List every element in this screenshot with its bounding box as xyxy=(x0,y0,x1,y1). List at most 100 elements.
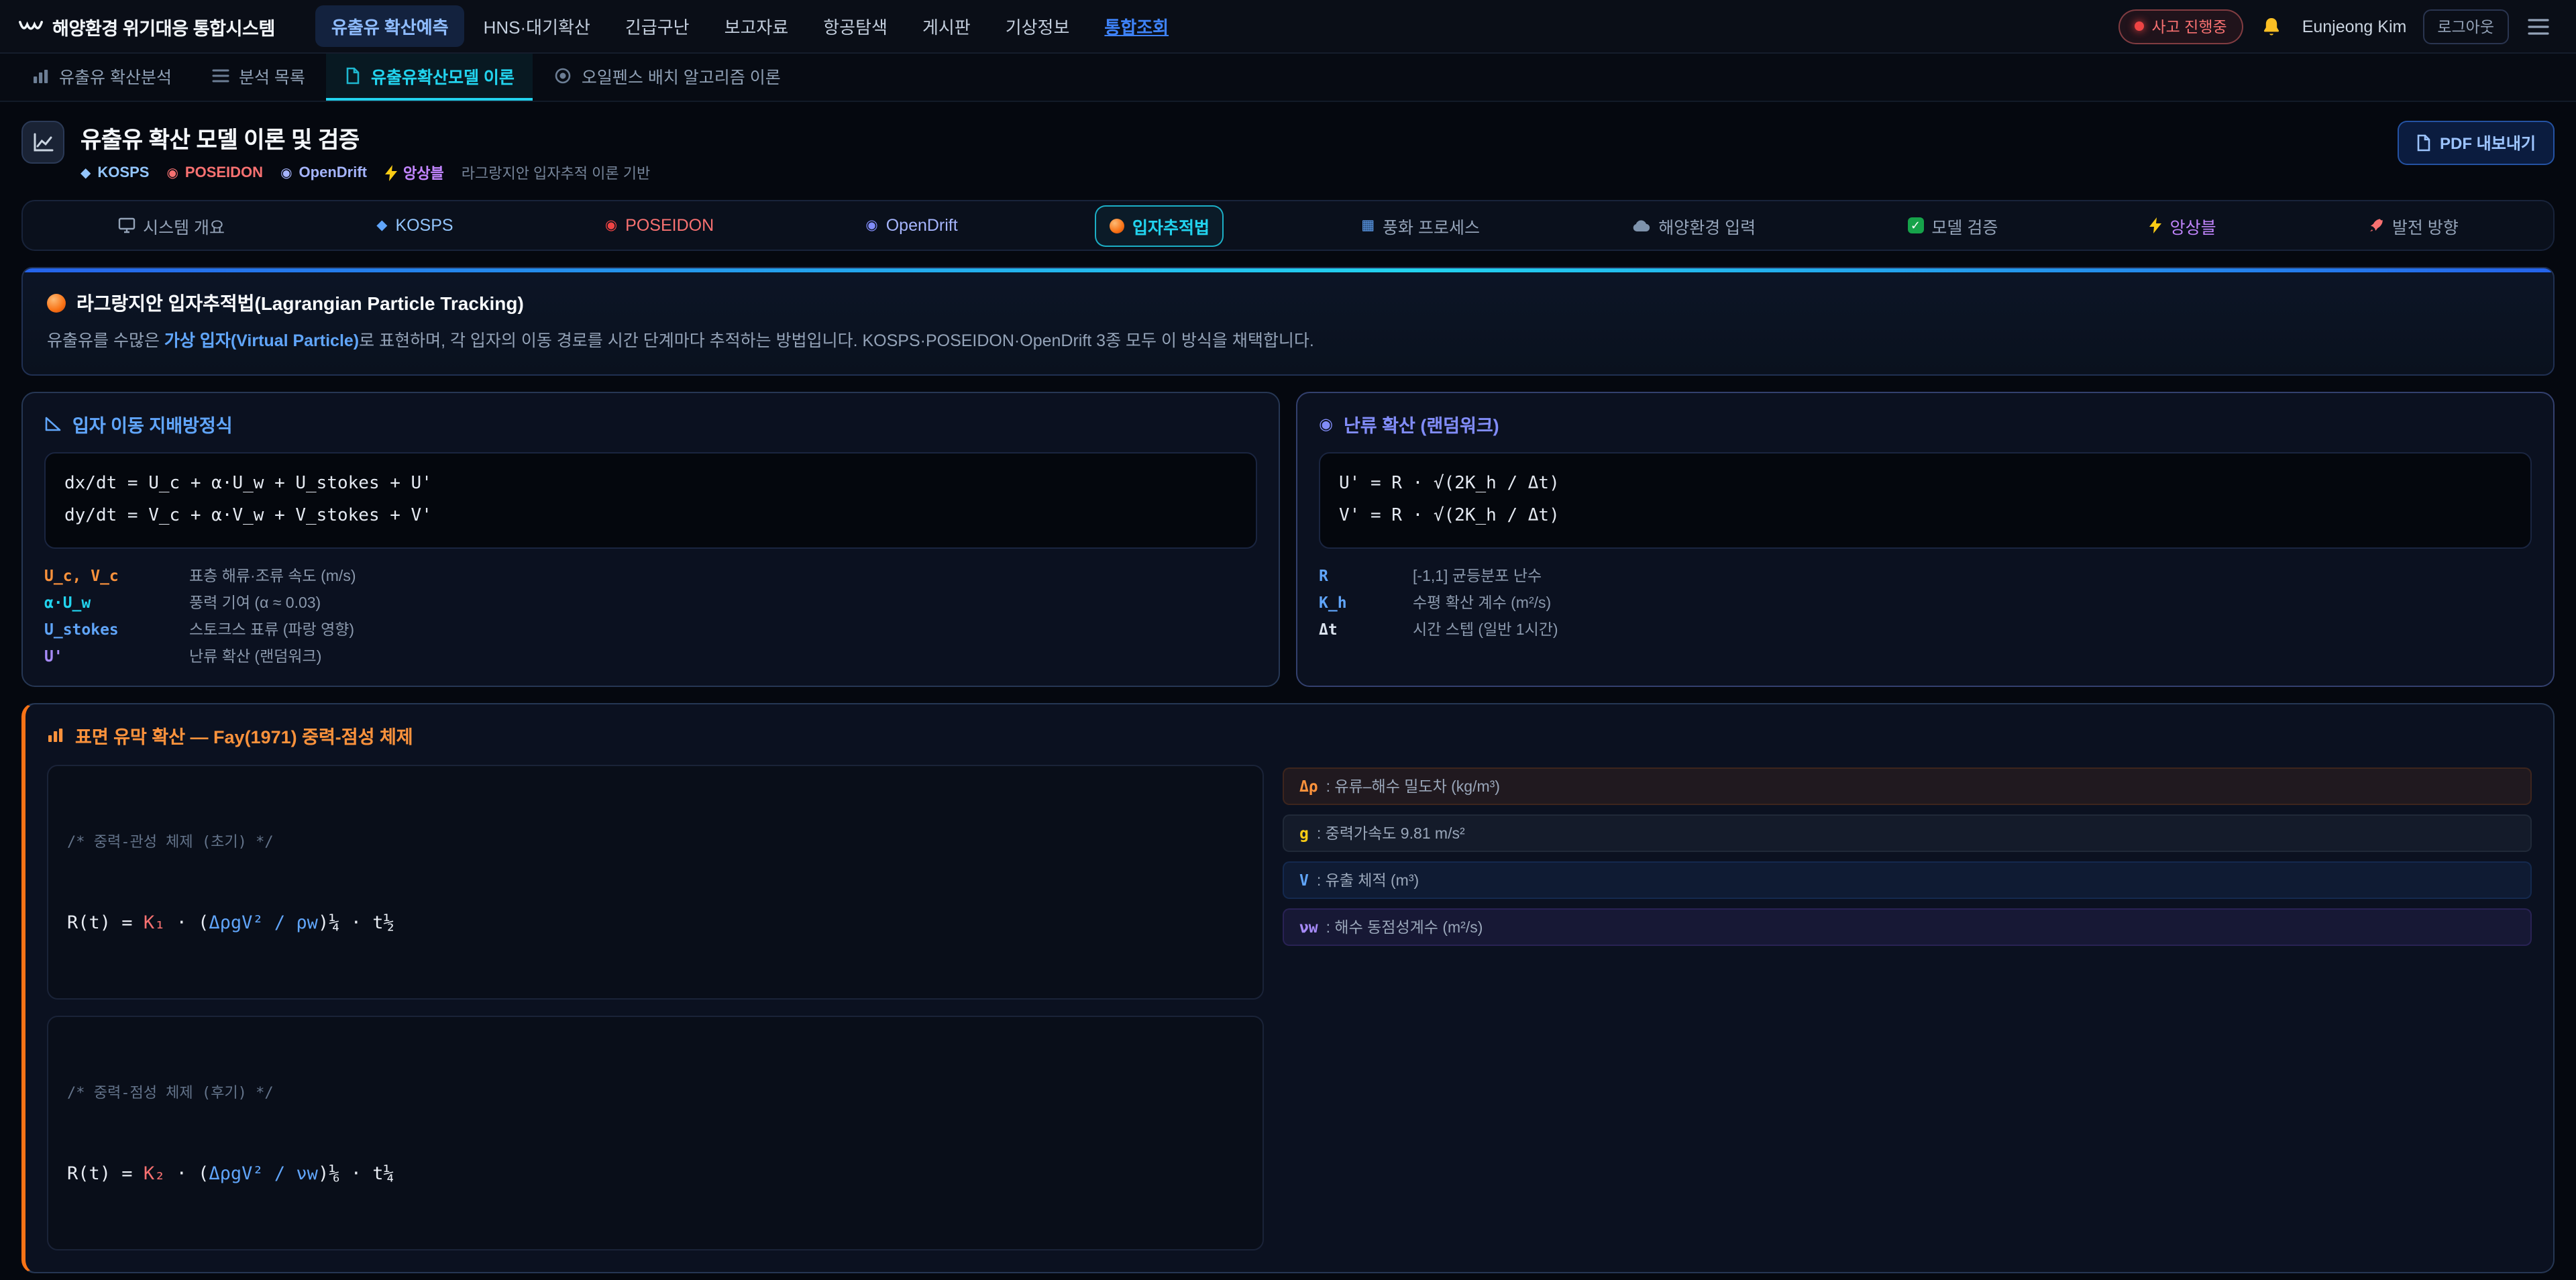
circle-dot-icon: ◉ xyxy=(280,166,292,180)
page-title: 유출유 확산 모델 이론 및 검증 xyxy=(80,121,650,154)
code-line: dy/dt = V_c + α·V_w + V_stokes + V' xyxy=(64,501,1237,533)
formula-expression: ΔρgV² / νw xyxy=(209,1164,318,1185)
nav-item-emergency-rescue[interactable]: 긴급구난 xyxy=(609,5,706,47)
equation-cards-row: 입자 이동 지배방정식 dx/dt = U_c + α·U_w + U_stok… xyxy=(21,392,2555,688)
particle-ball-icon xyxy=(1110,218,1124,233)
legend-row: K_h수평 확산 계수 (m²/s) xyxy=(1319,592,2532,614)
formula-expression: ΔρgV² / ρw xyxy=(209,913,318,935)
particle-ball-icon xyxy=(47,294,66,313)
line-chart-icon xyxy=(32,131,54,153)
bell-icon xyxy=(2261,15,2282,37)
code-comment: /* 중력-관성 체제 (초기) */ xyxy=(67,831,1244,853)
section-item-kosps[interactable]: ◆ KOSPS xyxy=(362,208,468,243)
tab-diffusion-model-theory[interactable]: 유출유확산모델 이론 xyxy=(327,54,533,101)
section-item-weathering-process[interactable]: ▦ 풍화 프로세스 xyxy=(1346,205,1495,246)
governing-legend: U_c, V_c표층 해류·조류 속도 (m/s) α·U_w풍력 기여 (α … xyxy=(44,566,1257,668)
page-header-text: 유출유 확산 모델 이론 및 검증 ◆KOSPS ◉POSEIDON ◉Open… xyxy=(80,121,650,184)
legend-row: Δt시간 스텝 (일반 1시간) xyxy=(1319,619,2532,641)
badge-opendrift: ◉OpenDrift xyxy=(280,165,367,181)
fay-spreading-card: 표면 유막 확산 — Fay(1971) 중력-점성 체제 /* 중력-관성 체… xyxy=(21,704,2555,1274)
swirl-icon: ◉ xyxy=(1319,417,1333,433)
hamburger-menu-button[interactable] xyxy=(2520,9,2557,44)
main-nav: 유출유 확산예측 HNS·대기확산 긴급구난 보고자료 항공탐색 게시판 기상정… xyxy=(315,5,1185,47)
notifications-button[interactable] xyxy=(2254,9,2289,44)
pdf-document-icon xyxy=(2416,134,2430,152)
badge-row: ◆KOSPS ◉POSEIDON ◉OpenDrift 앙상블 라그랑지안 입자… xyxy=(80,162,650,184)
fay-formula: R(t) = K₂ · (ΔρgV² / νw)⅙ · t¼ xyxy=(67,1164,1244,1185)
section-nav: 시스템 개요 ◆ KOSPS ◉ POSEIDON ◉ OpenDrift 입자… xyxy=(21,200,2555,251)
fay-gravity-viscous-block: /* 중력-점성 체제 (후기) */ R(t) = K₂ · (ΔρgV² /… xyxy=(47,1016,1265,1251)
turbulence-legend: R[-1,1] 균등분포 난수 K_h수평 확산 계수 (m²/s) Δt시간 … xyxy=(1319,566,2532,641)
governing-equation-card: 입자 이동 지배방정식 dx/dt = U_c + α·U_w + U_stok… xyxy=(21,392,1280,688)
topbar: 해양환경 위기대응 통합시스템 유출유 확산예측 HNS·대기확산 긴급구난 보… xyxy=(0,0,2576,54)
nav-item-oil-spill-prediction[interactable]: 유출유 확산예측 xyxy=(315,5,465,47)
tab-label: 유출유 확산분석 xyxy=(59,63,172,89)
governing-code-block: dx/dt = U_c + α·U_w + U_stokes + U'dy/dt… xyxy=(44,453,1257,549)
document-icon xyxy=(345,67,362,85)
circle-target-icon xyxy=(555,67,572,85)
tab-label: 분석 목록 xyxy=(239,63,305,89)
param-row-kinematic-viscosity: νw: 해수 동점성계수 (m²/s) xyxy=(1283,909,2532,947)
nav-item-board[interactable]: 게시판 xyxy=(906,5,987,47)
section-item-system-overview[interactable]: 시스템 개요 xyxy=(103,205,239,246)
nav-item-integrated-search[interactable]: 통합조회 xyxy=(1088,5,1185,47)
triangle-ruler-icon xyxy=(44,417,62,433)
tab-label: 유출유확산모델 이론 xyxy=(371,63,515,89)
intro-body: 라그랑지안 입자추적법(Lagrangian Particle Tracking… xyxy=(23,272,2553,375)
code-line: U' = R · √(2K_h / Δt) xyxy=(1339,469,2512,501)
user-name: Eunjeong Kim xyxy=(2302,17,2407,36)
badge-kosps: ◆KOSPS xyxy=(80,165,149,181)
bolt-icon xyxy=(2150,217,2162,233)
page-header: 유출유 확산 모델 이론 및 검증 ◆KOSPS ◉POSEIDON ◉Open… xyxy=(0,102,2576,197)
monitor-icon xyxy=(117,217,135,233)
chart-icon xyxy=(32,68,50,84)
nav-item-aerial-search[interactable]: 항공탐색 xyxy=(807,5,904,47)
section-item-model-validation[interactable]: ✓ 모델 검증 xyxy=(1892,205,2012,246)
turbulence-card: ◉ 난류 확산 (랜덤워크) U' = R · √(2K_h / Δt)V' =… xyxy=(1296,392,2555,688)
page-icon-tile xyxy=(21,121,64,164)
pdf-export-button[interactable]: PDF 내보내기 xyxy=(2397,121,2555,165)
logout-button[interactable]: 로그아웃 xyxy=(2422,9,2509,44)
diamond-icon: ◆ xyxy=(80,166,91,180)
tab-oilfence-algorithm-theory[interactable]: 오일펜스 배치 알고리즘 이론 xyxy=(536,54,800,101)
badge-poseidon: ◉POSEIDON xyxy=(166,165,263,181)
cloud-icon xyxy=(1631,219,1650,232)
legend-row: R[-1,1] 균등분포 난수 xyxy=(1319,566,2532,587)
section-item-future-direction[interactable]: 발전 방향 xyxy=(2353,205,2473,246)
section-item-poseidon[interactable]: ◉ POSEIDON xyxy=(590,208,729,243)
bolt-icon xyxy=(384,165,396,181)
list-icon xyxy=(212,68,229,83)
tab-spill-analysis[interactable]: 유출유 확산분석 xyxy=(13,54,191,101)
section-item-particle-tracking[interactable]: 입자추적법 xyxy=(1095,205,1224,246)
section-item-ensemble[interactable]: 앙상블 xyxy=(2135,205,2231,246)
app-root: 해양환경 위기대응 통합시스템 유출유 확산예측 HNS·대기확산 긴급구난 보… xyxy=(0,0,2576,1280)
badge-ensemble: 앙상블 xyxy=(384,162,444,184)
legend-row: U_c, V_c표층 해류·조류 속도 (m/s) xyxy=(44,566,1257,587)
brand: 해양환경 위기대응 통합시스템 xyxy=(19,13,275,40)
check-icon: ✓ xyxy=(1907,217,1923,233)
incident-status-badge: 사고 진행중 xyxy=(2118,9,2243,44)
hamburger-icon xyxy=(2528,18,2549,34)
nav-item-weather-info[interactable]: 기상정보 xyxy=(989,5,1086,47)
intro-paragraph: 유출유를 수많은 가상 입자(Virtual Particle)로 표현하며, … xyxy=(47,329,2529,355)
nav-item-reports[interactable]: 보고자료 xyxy=(708,5,805,47)
incident-status-label: 사고 진행중 xyxy=(2151,15,2226,37)
legend-row: U_stokes스토크스 표류 (파랑 영향) xyxy=(44,619,1257,641)
param-row-spill-volume: V: 유출 체적 (m³) xyxy=(1283,862,2532,900)
nav-item-hns-atmospheric[interactable]: HNS·대기확산 xyxy=(468,5,606,47)
tab-analysis-list[interactable]: 분석 목록 xyxy=(193,54,324,101)
code-line: V' = R · √(2K_h / Δt) xyxy=(1339,501,2512,533)
code-comment: /* 중력-점성 체제 (후기) */ xyxy=(67,1082,1244,1104)
section-item-ocean-environment-input[interactable]: 해양환경 입력 xyxy=(1617,205,1770,246)
turbulence-card-title: ◉ 난류 확산 (랜덤워크) xyxy=(1319,411,2532,438)
section-item-opendrift[interactable]: ◉ OpenDrift xyxy=(851,208,972,243)
rocket-icon xyxy=(2368,217,2384,233)
param-row-gravity: g: 중력가속도 9.81 m/s² xyxy=(1283,815,2532,853)
bar-chart-icon xyxy=(47,728,64,744)
governing-card-title: 입자 이동 지배방정식 xyxy=(44,411,1257,438)
virtual-particle-link[interactable]: 가상 입자(Virtual Particle) xyxy=(164,331,359,350)
wave-logo-icon xyxy=(19,17,43,36)
fay-card-title: 표면 유막 확산 — Fay(1971) 중력-점성 체제 xyxy=(47,723,2532,749)
fay-content-grid: /* 중력-관성 체제 (초기) */ R(t) = K₁ · (ΔρgV² /… xyxy=(47,765,2532,1251)
fay-code-column: /* 중력-관성 체제 (초기) */ R(t) = K₁ · (ΔρgV² /… xyxy=(47,765,1265,1251)
